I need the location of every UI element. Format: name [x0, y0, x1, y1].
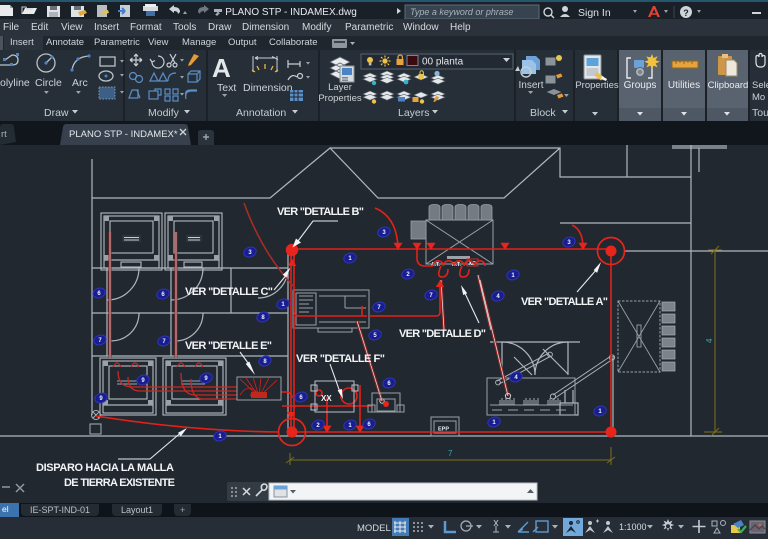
svg-text:VER "DETALLE E": VER "DETALLE E" [185, 340, 272, 352]
svg-text:Draw: Draw [44, 107, 69, 119]
svg-text:Groups: Groups [624, 80, 657, 91]
svg-text:PLANO STP - INDAMEX.dwg: PLANO STP - INDAMEX.dwg [225, 7, 357, 18]
svg-text:Layers: Layers [398, 107, 430, 119]
svg-text:?: ? [683, 8, 689, 18]
svg-text:Sele: Sele [752, 80, 768, 91]
svg-text:Block: Block [530, 107, 556, 119]
svg-text:Insert: Insert [518, 80, 543, 91]
svg-text:Text: Text [217, 82, 236, 94]
svg-text:VER "DETALLE B": VER "DETALLE B" [277, 206, 364, 218]
svg-text:DISPARO HACIA LA MALLA: DISPARO HACIA LA MALLA [36, 462, 174, 474]
svg-text:XX: XX [321, 394, 332, 403]
svg-text:00 planta: 00 planta [422, 57, 464, 68]
svg-text:Sign In: Sign In [578, 7, 611, 19]
svg-text:Clipboard: Clipboard [708, 80, 749, 91]
svg-text:Modify: Modify [148, 107, 180, 119]
svg-text:Circle: Circle [35, 77, 62, 89]
svg-text:Arc: Arc [72, 77, 88, 89]
svg-text:Tou: Tou [752, 107, 768, 119]
svg-text:PLANO STP - INDAMEX*: PLANO STP - INDAMEX* [69, 129, 178, 140]
svg-text:Dimension: Dimension [243, 82, 293, 94]
svg-text:VER "DETALLE F": VER "DETALLE F" [296, 353, 385, 365]
svg-text:7: 7 [448, 449, 453, 458]
svg-text:Properties: Properties [318, 93, 362, 104]
svg-text:Properties: Properties [575, 80, 619, 91]
svg-text:VER "DETALLE A": VER "DETALLE A" [521, 296, 608, 308]
svg-text:MODEL: MODEL [357, 523, 391, 534]
svg-text:4: 4 [705, 338, 714, 343]
svg-text:Annotation: Annotation [236, 107, 286, 119]
svg-text:1:1000: 1:1000 [619, 522, 647, 532]
svg-text:rt: rt [1, 129, 7, 140]
svg-text:Mo: Mo [752, 92, 765, 103]
svg-text:A: A [212, 53, 231, 83]
svg-text:Utilities: Utilities [668, 80, 700, 91]
svg-text:olyline: olyline [0, 77, 30, 89]
svg-text:Type a keyword or phrase: Type a keyword or phrase [410, 7, 513, 17]
svg-text:VER "DETALLE C": VER "DETALLE C" [185, 286, 273, 298]
svg-text:VER "DETALLE D": VER "DETALLE D" [399, 328, 486, 340]
svg-text:Layer: Layer [328, 82, 352, 93]
